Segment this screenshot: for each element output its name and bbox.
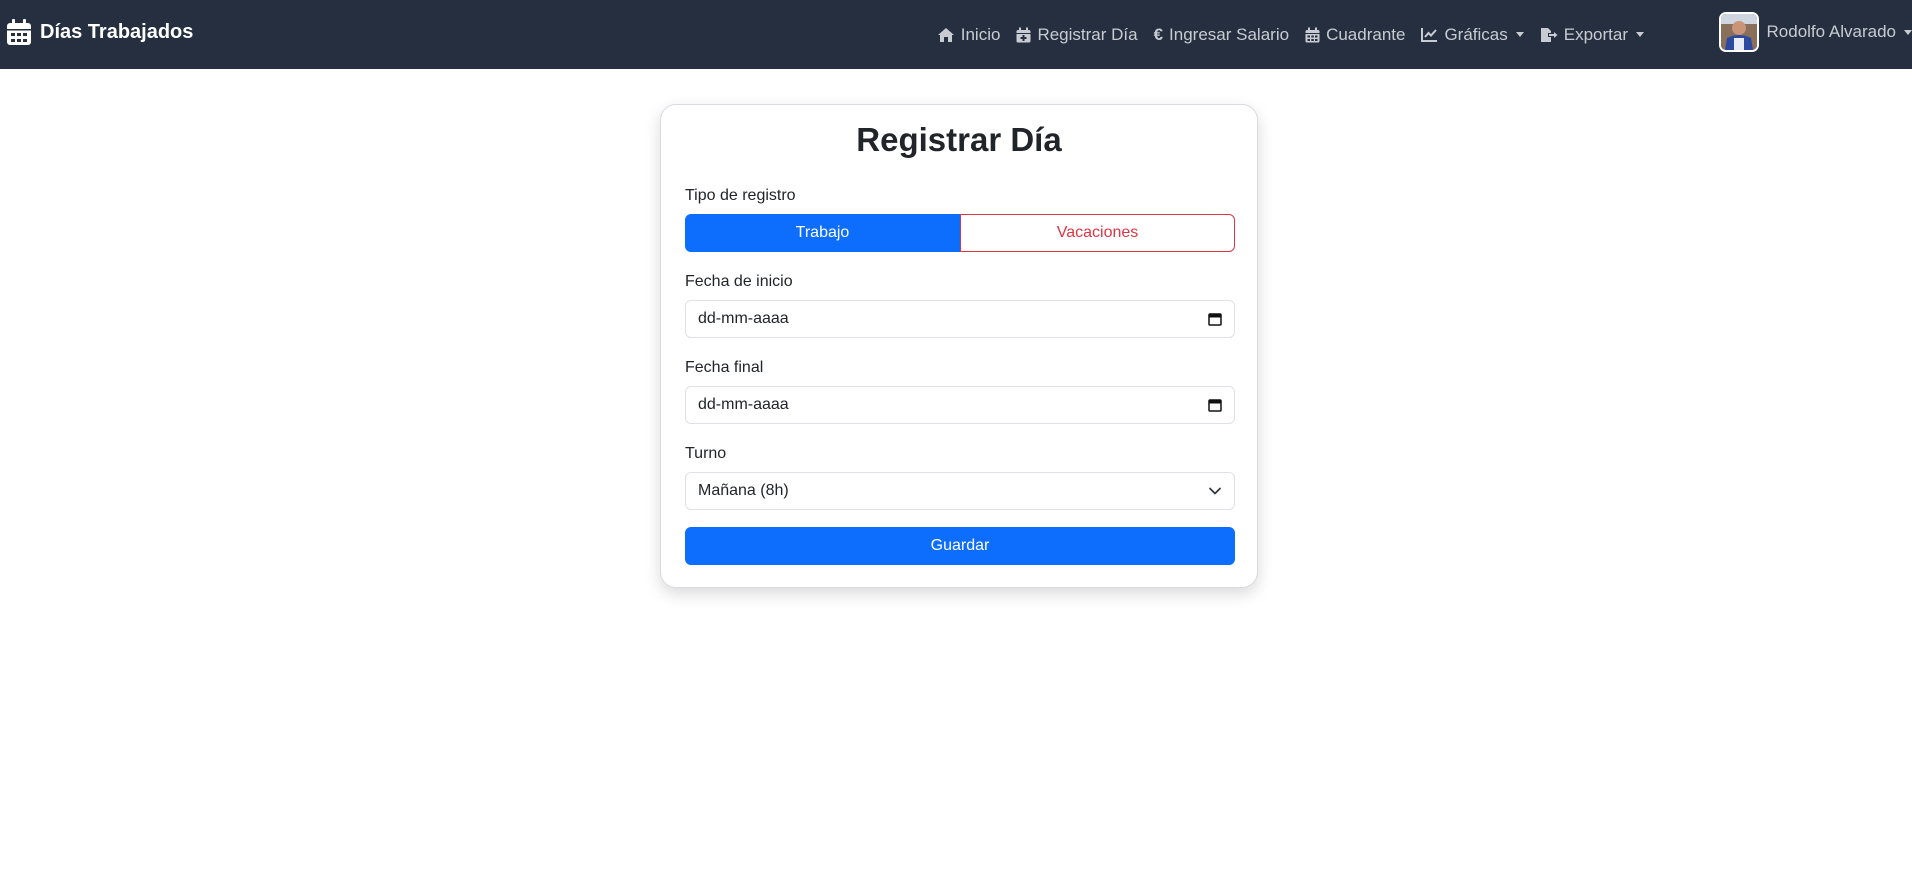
- calendar-icon: [7, 19, 31, 45]
- user-name: Rodolfo Alvarado: [1766, 22, 1896, 41]
- turno-select[interactable]: Mañana (8h): [685, 472, 1235, 510]
- page-title: Registrar Día: [856, 121, 1062, 158]
- tipo-registro-label: Tipo de registro: [685, 187, 796, 204]
- fecha-final-value: dd-mm-aaaa: [698, 396, 789, 413]
- nav-exportar-label: Exportar: [1563, 24, 1628, 44]
- brand-title: Días Trabajados: [40, 20, 194, 43]
- nav-inicio-label: Inicio: [960, 24, 1001, 44]
- calendar-picker-icon[interactable]: [1208, 398, 1222, 412]
- turno-label: Turno: [685, 445, 727, 462]
- tipo-registro-toggle: Trabajo Vacaciones: [685, 214, 1235, 252]
- export-icon: [1540, 27, 1558, 42]
- nav-ingresar-salario-label: Ingresar Salario: [1169, 24, 1290, 44]
- calendar-grid-icon: [1305, 27, 1320, 42]
- register-day-card: Registrar Día Tipo de registro Trabajo V…: [660, 104, 1258, 588]
- fecha-inicio-input[interactable]: dd-mm-aaaa: [685, 300, 1235, 338]
- chevron-down-icon: [1209, 487, 1221, 495]
- save-button[interactable]: Guardar: [685, 527, 1235, 565]
- nav-ingresar-salario[interactable]: € Ingresar Salario: [1154, 25, 1289, 45]
- nav-cuadrante-label: Cuadrante: [1326, 24, 1406, 44]
- tipo-trabajo-button[interactable]: Trabajo: [685, 214, 960, 252]
- fecha-final-label: Fecha final: [685, 359, 764, 376]
- nav-graficas-dropdown[interactable]: Gráficas: [1421, 24, 1524, 45]
- turno-value: Mañana (8h): [698, 482, 789, 499]
- fecha-inicio-value: dd-mm-aaaa: [698, 310, 789, 327]
- top-navbar: Días Trabajados Inicio Registrar Día € I…: [0, 0, 1912, 69]
- brand-link[interactable]: Días Trabajados: [6, 18, 193, 46]
- tipo-vacaciones-button[interactable]: Vacaciones: [960, 214, 1235, 252]
- caret-down-icon: [1636, 32, 1644, 37]
- calendar-picker-icon[interactable]: [1208, 312, 1222, 326]
- nav-exportar-dropdown[interactable]: Exportar: [1540, 25, 1644, 45]
- nav-graficas-label: Gráficas: [1444, 24, 1508, 44]
- home-icon: [937, 27, 954, 42]
- caret-down-icon: [1515, 32, 1524, 37]
- euro-icon: €: [1153, 24, 1164, 44]
- fecha-inicio-label: Fecha de inicio: [685, 273, 793, 290]
- user-menu-dropdown[interactable]: Rodolfo Alvarado: [1718, 12, 1912, 52]
- calendar-plus-icon: [1016, 27, 1031, 42]
- chart-line-icon: [1421, 28, 1438, 42]
- caret-down-icon: [1904, 29, 1912, 35]
- nav-cuadrante[interactable]: Cuadrante: [1305, 25, 1405, 45]
- avatar: [1718, 12, 1759, 52]
- nav-registrar-dia[interactable]: Registrar Día: [1016, 24, 1138, 45]
- nav-inicio[interactable]: Inicio: [937, 24, 1001, 45]
- nav-menu: Inicio Registrar Día € Ingresar Salario: [921, 0, 1644, 69]
- fecha-final-input[interactable]: dd-mm-aaaa: [685, 386, 1235, 424]
- nav-registrar-dia-label: Registrar Día: [1037, 24, 1138, 44]
